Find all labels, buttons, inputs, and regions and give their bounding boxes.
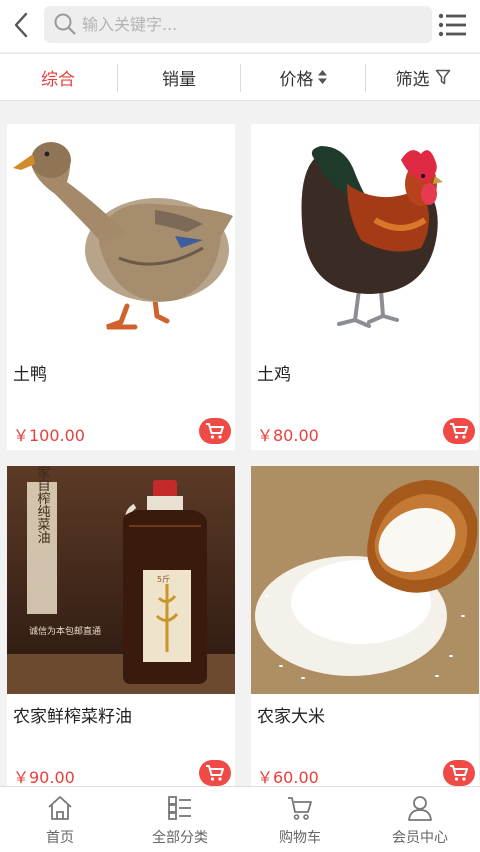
product-name[interactable]: 土鸡 xyxy=(257,360,291,385)
product-name[interactable]: 土鸭 xyxy=(13,360,47,385)
duck-image xyxy=(7,124,235,352)
cart-icon xyxy=(288,797,312,820)
list-menu-icon xyxy=(438,13,466,37)
funnel-icon xyxy=(435,69,450,85)
nav-cart[interactable]: 购物车 xyxy=(240,787,360,852)
cart-icon xyxy=(206,423,224,439)
sort-icon xyxy=(317,70,327,84)
filter-bar: 综合 销量 价格 筛选 xyxy=(0,53,480,101)
add-to-cart-button[interactable] xyxy=(443,418,475,444)
rooster-image xyxy=(251,124,479,352)
product-card[interactable]: 土鸭 ￥100.00 xyxy=(7,124,235,450)
oil-bottle-image: 农家自榨纯菜油 诚信为本 包邮直通 5斤 xyxy=(7,466,235,694)
rice-image xyxy=(251,466,479,694)
filter-label: 筛选 xyxy=(395,69,430,90)
product-price: ￥100.00 xyxy=(13,426,85,445)
product-image[interactable] xyxy=(251,466,479,694)
nav-label: 会员中心 xyxy=(392,830,448,846)
product-card[interactable]: 农家自榨纯菜油 诚信为本 包邮直通 5斤 农家鲜榨菜籽油 ￥90.00 xyxy=(7,466,235,792)
user-icon xyxy=(408,796,432,821)
nav-home[interactable]: 首页 xyxy=(0,787,120,852)
oil-volume-text: 5斤 xyxy=(157,574,170,584)
product-image[interactable]: 农家自榨纯菜油 诚信为本 包邮直通 5斤 xyxy=(7,466,235,694)
search-icon xyxy=(54,13,76,35)
filter-comprehensive[interactable]: 综合 xyxy=(0,54,116,100)
add-to-cart-button[interactable] xyxy=(199,760,231,786)
oil-bottom-text: 诚信为本 xyxy=(29,625,65,637)
filter-sales[interactable]: 销量 xyxy=(118,54,240,100)
search-box[interactable] xyxy=(44,6,432,43)
product-image[interactable] xyxy=(7,124,235,352)
header xyxy=(0,0,480,52)
cart-icon xyxy=(450,765,468,781)
home-icon xyxy=(48,796,72,820)
product-price: ￥60.00 xyxy=(257,768,319,787)
cart-icon xyxy=(206,765,224,781)
nav-categories[interactable]: 全部分类 xyxy=(120,787,240,852)
product-card[interactable]: 土鸡 ￥80.00 xyxy=(251,124,479,450)
product-card[interactable]: 农家大米 ￥60.00 xyxy=(251,466,479,792)
nav-label: 购物车 xyxy=(279,830,321,846)
category-icon xyxy=(168,796,191,820)
product-name[interactable]: 农家大米 xyxy=(257,702,325,727)
nav-member-center[interactable]: 会员中心 xyxy=(360,787,480,852)
product-price: ￥90.00 xyxy=(13,768,75,787)
filter-label: 价格 xyxy=(279,69,314,90)
filter-screen[interactable]: 筛选 xyxy=(366,54,480,100)
bottom-nav: 首页 全部分类 购物车 会员中心 xyxy=(0,786,480,852)
oil-label-char: 农家自榨纯菜油 xyxy=(35,466,51,544)
product-image[interactable] xyxy=(251,124,479,352)
add-to-cart-button[interactable] xyxy=(199,418,231,444)
product-name[interactable]: 农家鲜榨菜籽油 xyxy=(13,702,132,727)
oil-side-text: 包邮直通 xyxy=(65,625,101,637)
product-price: ￥80.00 xyxy=(257,426,319,445)
back-button[interactable] xyxy=(6,8,36,42)
cart-icon xyxy=(450,423,468,439)
filter-price[interactable]: 价格 xyxy=(241,54,365,100)
menu-button[interactable] xyxy=(436,8,470,42)
filter-label: 综合 xyxy=(41,69,75,90)
nav-label: 首页 xyxy=(46,830,74,846)
search-input[interactable] xyxy=(82,6,422,43)
chevron-left-icon xyxy=(14,12,28,38)
filter-label: 销量 xyxy=(162,69,196,90)
add-to-cart-button[interactable] xyxy=(443,760,475,786)
nav-label: 全部分类 xyxy=(152,830,208,846)
